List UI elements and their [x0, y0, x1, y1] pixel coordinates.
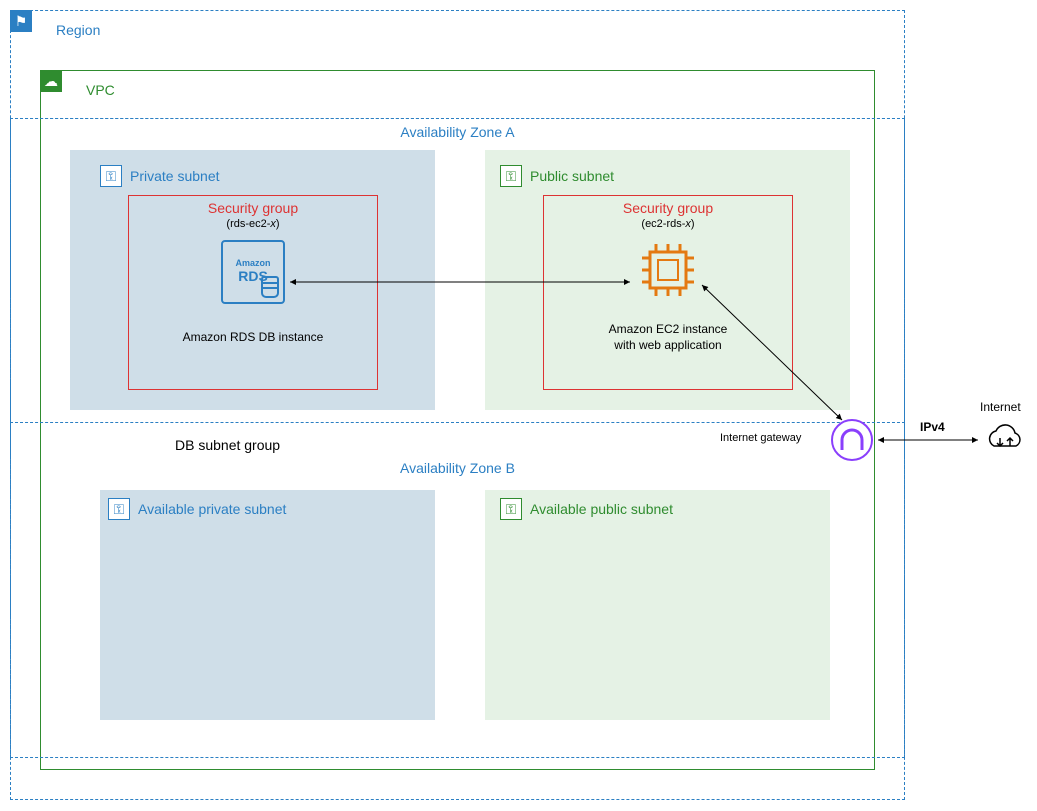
cloud-icon: ☁: [40, 70, 62, 92]
flag-icon: ⚑: [10, 10, 32, 32]
vpc-label: VPC: [86, 82, 115, 98]
ipv4-label: IPv4: [920, 420, 945, 434]
ec2-caption-2: with web application: [614, 338, 721, 352]
db-subnet-group-label: DB subnet group: [175, 437, 280, 453]
public-subnet-b-label: Available public subnet: [530, 501, 673, 517]
sg-rds-name: (rds-ec2-x): [128, 218, 378, 230]
private-subnet-b: [100, 490, 435, 720]
rds-block: Amazon RDS: [128, 240, 378, 304]
lock-icon: ⚿: [108, 498, 130, 520]
sg-rds-suffix: ): [276, 218, 280, 230]
az-b-label: Availability Zone B: [10, 460, 905, 476]
lock-icon: ⚿: [500, 498, 522, 520]
public-subnet-a-label: Public subnet: [530, 168, 614, 184]
internet-cloud-icon: [980, 420, 1030, 460]
igw-label: Internet gateway: [720, 432, 801, 444]
lock-icon: ⚿: [100, 165, 122, 187]
sg-rds-title: Security group (rds-ec2-x): [128, 200, 378, 230]
sg-ec2-suffix: ): [691, 218, 695, 230]
rds-caption: Amazon RDS DB instance: [128, 330, 378, 344]
sg-ec2-prefix: (ec2-rds-: [641, 218, 685, 230]
amazon-rds-icon: Amazon RDS: [221, 240, 285, 304]
ec2-caption-1: Amazon EC2 instance: [609, 322, 728, 336]
sg-ec2-name: (ec2-rds-x): [543, 218, 793, 230]
internet-gateway-icon: [830, 418, 874, 462]
region-label: Region: [56, 22, 100, 38]
diagram-stage: ⚑ Region ☁ VPC Availability Zone A DB su…: [0, 0, 1037, 811]
public-subnet-b: [485, 490, 830, 720]
sg-ec2-title-text: Security group: [543, 200, 793, 216]
sg-rds-title-text: Security group: [128, 200, 378, 216]
sg-ec2-title: Security group (ec2-rds-x): [543, 200, 793, 230]
sg-rds-prefix: (rds-ec2-: [226, 218, 270, 230]
internet-label: Internet: [980, 400, 1021, 414]
lock-icon: ⚿: [500, 165, 522, 187]
database-icon: [261, 276, 279, 298]
private-subnet-b-label: Available private subnet: [138, 501, 286, 517]
ec2-chip-icon: [638, 240, 698, 300]
ec2-caption: Amazon EC2 instance with web application: [543, 322, 793, 353]
private-subnet-a-label: Private subnet: [130, 168, 220, 184]
az-a-label: Availability Zone A: [10, 124, 905, 140]
